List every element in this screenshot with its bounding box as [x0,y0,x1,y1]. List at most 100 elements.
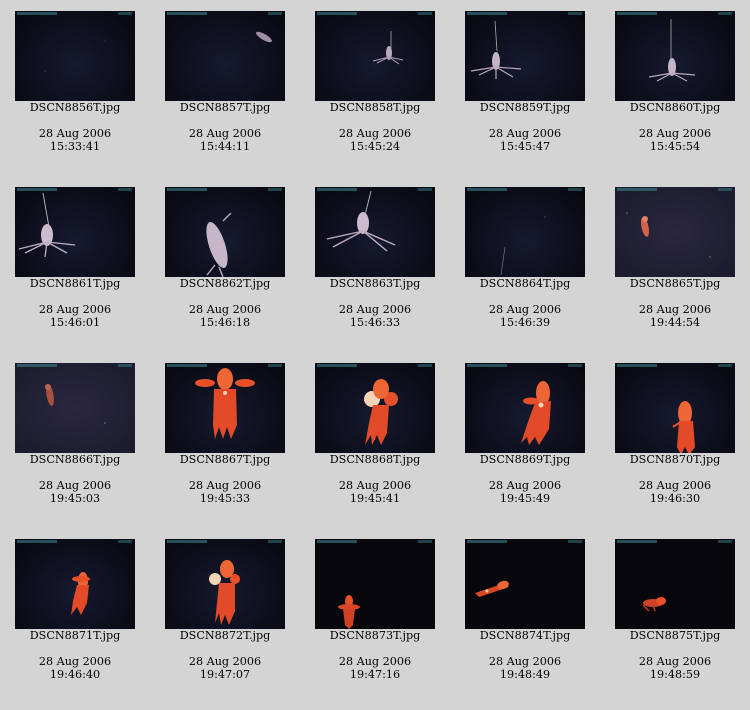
thumbnail-filename[interactable]: DSCN8868T.jpg [300,453,450,466]
thumbnail-image[interactable] [165,11,285,101]
thumbnail-filename[interactable]: DSCN8871T.jpg [0,629,150,642]
thumbnail-date: 28 Aug 2006 [38,127,112,140]
thumbnail-filename[interactable]: DSCN8875T.jpg [600,629,750,642]
thumbnail-time: 19:45:33 [199,492,251,505]
thumbnail-filename[interactable]: DSCN8860T.jpg [600,101,750,114]
thumbnail-date: 28 Aug 2006 [38,303,112,316]
thumbnail-date: 28 Aug 2006 [38,655,112,668]
thumbnail-image[interactable] [15,363,135,453]
thumbnail-time: 15:45:24 [349,140,401,153]
thumbnail-filename[interactable]: DSCN8856T.jpg [0,101,150,114]
thumbnail-date: 28 Aug 2006 [188,127,262,140]
thumbnail-filename[interactable]: DSCN8864T.jpg [450,277,600,290]
thumbnail-gallery: DSCN8856T.jpg 28 Aug 2006 15:33:41 DSCN8… [0,0,750,710]
thumbnail-image[interactable] [315,539,435,629]
thumbnail-time: 19:45:41 [349,492,401,505]
thumbnail-time: 15:33:41 [49,140,101,153]
thumbnail-cell[interactable]: DSCN8866T.jpg 28 Aug 2006 19:45:03 [0,352,150,528]
thumbnail-date: 28 Aug 2006 [188,479,262,492]
thumbnail-filename[interactable]: DSCN8863T.jpg [300,277,450,290]
thumbnail-image[interactable] [165,187,285,277]
thumbnail-time: 19:45:03 [49,492,101,505]
thumbnail-image[interactable] [15,11,135,101]
thumbnail-time: 15:44:11 [199,140,251,153]
thumbnail-date: 28 Aug 2006 [638,127,712,140]
thumbnail-image[interactable] [615,539,735,629]
thumbnail-time: 19:48:49 [499,668,551,681]
thumbnail-time: 19:48:59 [649,668,701,681]
thumbnail-cell[interactable]: DSCN8857T.jpg 28 Aug 2006 15:44:11 [150,0,300,176]
thumbnail-filename[interactable]: DSCN8866T.jpg [0,453,150,466]
thumbnail-cell[interactable]: DSCN8858T.jpg 28 Aug 2006 15:45:24 [300,0,450,176]
thumbnail-image[interactable] [615,363,735,453]
thumbnail-time: 19:47:16 [349,668,401,681]
thumbnail-time: 19:44:54 [649,316,701,329]
thumbnail-image[interactable] [465,187,585,277]
thumbnail-cell[interactable]: DSCN8869T.jpg 28 Aug 2006 19:45:49 [450,352,600,528]
thumbnail-filename[interactable]: DSCN8874T.jpg [450,629,600,642]
thumbnail-cell[interactable]: DSCN8871T.jpg 28 Aug 2006 19:46:40 [0,528,150,704]
thumbnail-image[interactable] [465,539,585,629]
thumbnail-filename[interactable]: DSCN8858T.jpg [300,101,450,114]
thumbnail-date: 28 Aug 2006 [638,303,712,316]
thumbnail-time: 15:45:47 [499,140,551,153]
thumbnail-image[interactable] [465,11,585,101]
thumbnail-cell[interactable]: DSCN8863T.jpg 28 Aug 2006 15:46:33 [300,176,450,352]
thumbnail-filename[interactable]: DSCN8862T.jpg [150,277,300,290]
thumbnail-filename[interactable]: DSCN8872T.jpg [150,629,300,642]
thumbnail-cell[interactable]: DSCN8859T.jpg 28 Aug 2006 15:45:47 [450,0,600,176]
thumbnail-date: 28 Aug 2006 [188,655,262,668]
thumbnail-filename[interactable]: DSCN8861T.jpg [0,277,150,290]
thumbnail-cell[interactable]: DSCN8873T.jpg 28 Aug 2006 19:47:16 [300,528,450,704]
thumbnail-cell[interactable]: DSCN8867T.jpg 28 Aug 2006 19:45:33 [150,352,300,528]
thumbnail-cell[interactable]: DSCN8856T.jpg 28 Aug 2006 15:33:41 [0,0,150,176]
thumbnail-filename[interactable]: DSCN8870T.jpg [600,453,750,466]
thumbnail-image[interactable] [15,187,135,277]
thumbnail-cell[interactable]: DSCN8865T.jpg 28 Aug 2006 19:44:54 [600,176,750,352]
thumbnail-date: 28 Aug 2006 [38,479,112,492]
thumbnail-cell[interactable]: DSCN8875T.jpg 28 Aug 2006 19:48:59 [600,528,750,704]
thumbnail-image[interactable] [615,187,735,277]
thumbnail-filename[interactable]: DSCN8857T.jpg [150,101,300,114]
thumbnail-cell[interactable]: DSCN8861T.jpg 28 Aug 2006 15:46:01 [0,176,150,352]
thumbnail-date: 28 Aug 2006 [488,303,562,316]
thumbnail-cell[interactable]: DSCN8868T.jpg 28 Aug 2006 19:45:41 [300,352,450,528]
thumbnail-filename[interactable]: DSCN8873T.jpg [300,629,450,642]
thumbnail-cell[interactable]: DSCN8862T.jpg 28 Aug 2006 15:46:18 [150,176,300,352]
thumbnail-time: 19:46:30 [649,492,701,505]
thumbnail-image[interactable] [615,11,735,101]
thumbnail-date: 28 Aug 2006 [338,479,412,492]
thumbnail-date: 28 Aug 2006 [338,127,412,140]
thumbnail-image[interactable] [15,539,135,629]
thumbnail-date: 28 Aug 2006 [488,655,562,668]
thumbnail-date: 28 Aug 2006 [638,655,712,668]
thumbnail-filename[interactable]: DSCN8865T.jpg [600,277,750,290]
thumbnail-date: 28 Aug 2006 [338,303,412,316]
thumbnail-time: 15:46:39 [499,316,551,329]
thumbnail-time: 19:47:07 [199,668,251,681]
thumbnail-image[interactable] [165,539,285,629]
thumbnail-cell[interactable]: DSCN8870T.jpg 28 Aug 2006 19:46:30 [600,352,750,528]
thumbnail-filename[interactable]: DSCN8859T.jpg [450,101,600,114]
thumbnail-date: 28 Aug 2006 [188,303,262,316]
thumbnail-cell[interactable]: DSCN8874T.jpg 28 Aug 2006 19:48:49 [450,528,600,704]
thumbnail-time: 15:45:54 [649,140,701,153]
thumbnail-filename[interactable]: DSCN8867T.jpg [150,453,300,466]
thumbnail-filename[interactable]: DSCN8869T.jpg [450,453,600,466]
thumbnail-image[interactable] [165,363,285,453]
thumbnail-date: 28 Aug 2006 [338,655,412,668]
thumbnail-cell[interactable]: DSCN8864T.jpg 28 Aug 2006 15:46:39 [450,176,600,352]
thumbnail-date: 28 Aug 2006 [488,127,562,140]
thumbnail-time: 15:46:18 [199,316,251,329]
thumbnail-time: 19:45:49 [499,492,551,505]
thumbnail-image[interactable] [315,11,435,101]
thumbnail-image[interactable] [315,363,435,453]
thumbnail-cell[interactable]: DSCN8872T.jpg 28 Aug 2006 19:47:07 [150,528,300,704]
thumbnail-date: 28 Aug 2006 [638,479,712,492]
thumbnail-time: 15:46:33 [349,316,401,329]
thumbnail-cell[interactable]: DSCN8860T.jpg 28 Aug 2006 15:45:54 [600,0,750,176]
thumbnail-image[interactable] [315,187,435,277]
thumbnail-time: 15:46:01 [49,316,101,329]
thumbnail-image[interactable] [465,363,585,453]
thumbnail-time: 19:46:40 [49,668,101,681]
